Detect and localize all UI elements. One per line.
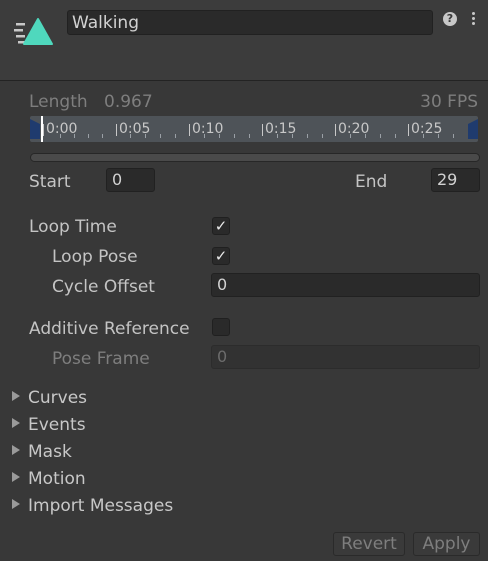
additive-reference-label: Additive Reference P [29, 319, 194, 339]
chevron-right-icon [12, 445, 20, 455]
end-label: End [355, 172, 388, 192]
chevron-right-icon [12, 418, 20, 428]
cycle-offset-field[interactable]: 0 [211, 273, 480, 297]
foldout-import-messages[interactable]: Import Messages [12, 496, 173, 516]
timeline-tick-label: 0:00 [46, 121, 78, 137]
animation-clip-icon [14, 16, 54, 50]
pose-frame-field: 0 [211, 345, 480, 369]
foldout-curves[interactable]: Curves [12, 388, 87, 408]
revert-button[interactable]: Revert [333, 532, 405, 556]
start-frame-field[interactable]: 0 [106, 168, 155, 192]
fps-label: 30 FPS [420, 92, 478, 112]
foldout-events[interactable]: Events [12, 415, 86, 435]
loop-time-checkbox[interactable]: ✓ [212, 217, 230, 235]
kebab-menu-icon[interactable] [470, 10, 476, 28]
pose-frame-label: Pose Frame [52, 349, 150, 369]
clip-name-field[interactable]: Walking [67, 10, 433, 35]
apply-button[interactable]: Apply [413, 532, 480, 556]
length-label: Length [29, 92, 88, 112]
start-marker-icon[interactable] [30, 119, 40, 144]
range-scrollbar-thumb[interactable] [31, 154, 479, 161]
chevron-right-icon [12, 391, 20, 401]
loop-pose-checkbox[interactable]: ✓ [212, 247, 230, 265]
timeline-tick-label: 0:10 [192, 121, 224, 137]
timeline-tick-label: 0:15 [265, 121, 297, 137]
timeline-ruler[interactable]: 0:00 0:05 0:10 0:15 0:20 0:25 [30, 116, 478, 142]
timeline-tick-label: 0:20 [338, 121, 370, 137]
foldout-motion[interactable]: Motion [12, 469, 86, 489]
end-marker-icon[interactable] [468, 119, 478, 144]
playhead[interactable] [41, 116, 43, 142]
length-value: 0.967 [104, 92, 153, 112]
help-icon[interactable]: ? [443, 12, 457, 26]
timeline-tick-label: 0:25 [411, 121, 443, 137]
loop-pose-label: Loop Pose [52, 247, 138, 267]
timeline-tick-label: 0:05 [119, 121, 151, 137]
end-frame-field[interactable]: 29 [431, 168, 480, 192]
cycle-offset-label: Cycle Offset [52, 277, 155, 297]
foldout-mask[interactable]: Mask [12, 442, 72, 462]
loop-time-label: Loop Time [29, 217, 117, 237]
additive-reference-checkbox[interactable] [212, 318, 230, 336]
chevron-right-icon [12, 472, 20, 482]
start-label: Start [29, 172, 71, 192]
chevron-right-icon [12, 499, 20, 509]
